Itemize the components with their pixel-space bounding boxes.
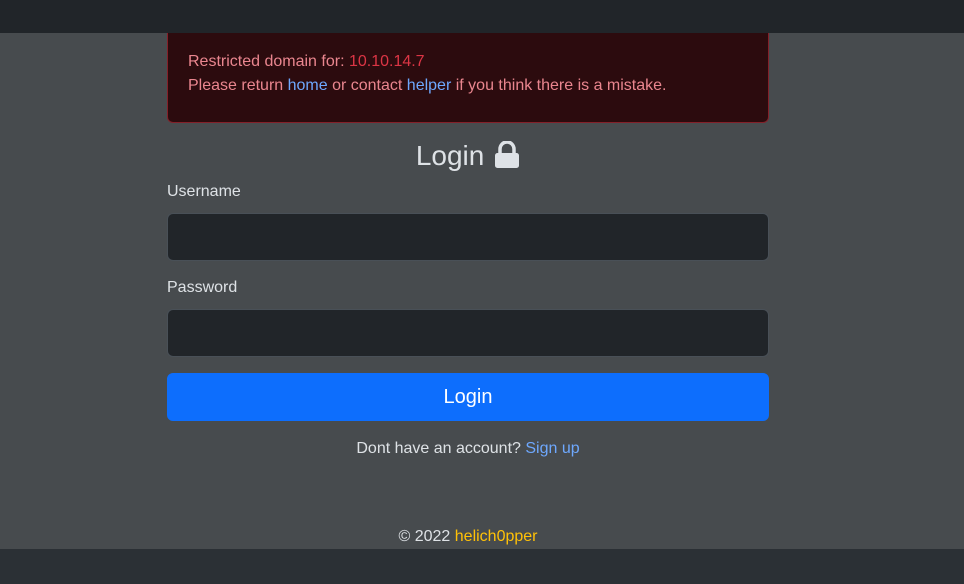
top-navbar bbox=[0, 0, 964, 33]
footer: © 2022 helich0pper bbox=[167, 525, 769, 549]
alert-line-1: Restricted domain for: 10.10.14.7 bbox=[188, 50, 748, 74]
ip-address: 10.10.14.7 bbox=[348, 53, 425, 70]
mistake-text: if you think there is a mistake. bbox=[451, 77, 667, 94]
login-title-text: Login bbox=[415, 140, 485, 171]
please-return-text: Please return bbox=[188, 77, 288, 94]
username-input[interactable] bbox=[167, 213, 769, 261]
username-label: Username bbox=[167, 183, 241, 200]
bottom-bar bbox=[0, 549, 964, 584]
alert-line-2: Please return home or contact helper if … bbox=[188, 74, 748, 98]
brand-link[interactable]: helich0pper bbox=[455, 528, 538, 545]
signup-link[interactable]: Sign up bbox=[525, 440, 579, 457]
login-button[interactable]: Login bbox=[167, 373, 769, 421]
copyright-text: © 2022 bbox=[398, 528, 455, 545]
password-label: Password bbox=[167, 279, 238, 296]
helper-link[interactable]: helper bbox=[407, 77, 451, 94]
signup-prompt: Dont have an account? Sign up bbox=[167, 437, 769, 461]
signup-prompt-text: Dont have an account? bbox=[356, 440, 526, 457]
password-input[interactable] bbox=[167, 309, 769, 357]
home-link[interactable]: home bbox=[288, 77, 328, 94]
restricted-label: Restricted domain for: bbox=[188, 53, 349, 70]
login-title: Login bbox=[167, 136, 769, 176]
or-contact-text: or contact bbox=[327, 77, 407, 94]
lock-icon bbox=[495, 140, 520, 168]
restricted-domain-alert: Restricted domain for: 10.10.14.7 Please… bbox=[167, 33, 769, 123]
